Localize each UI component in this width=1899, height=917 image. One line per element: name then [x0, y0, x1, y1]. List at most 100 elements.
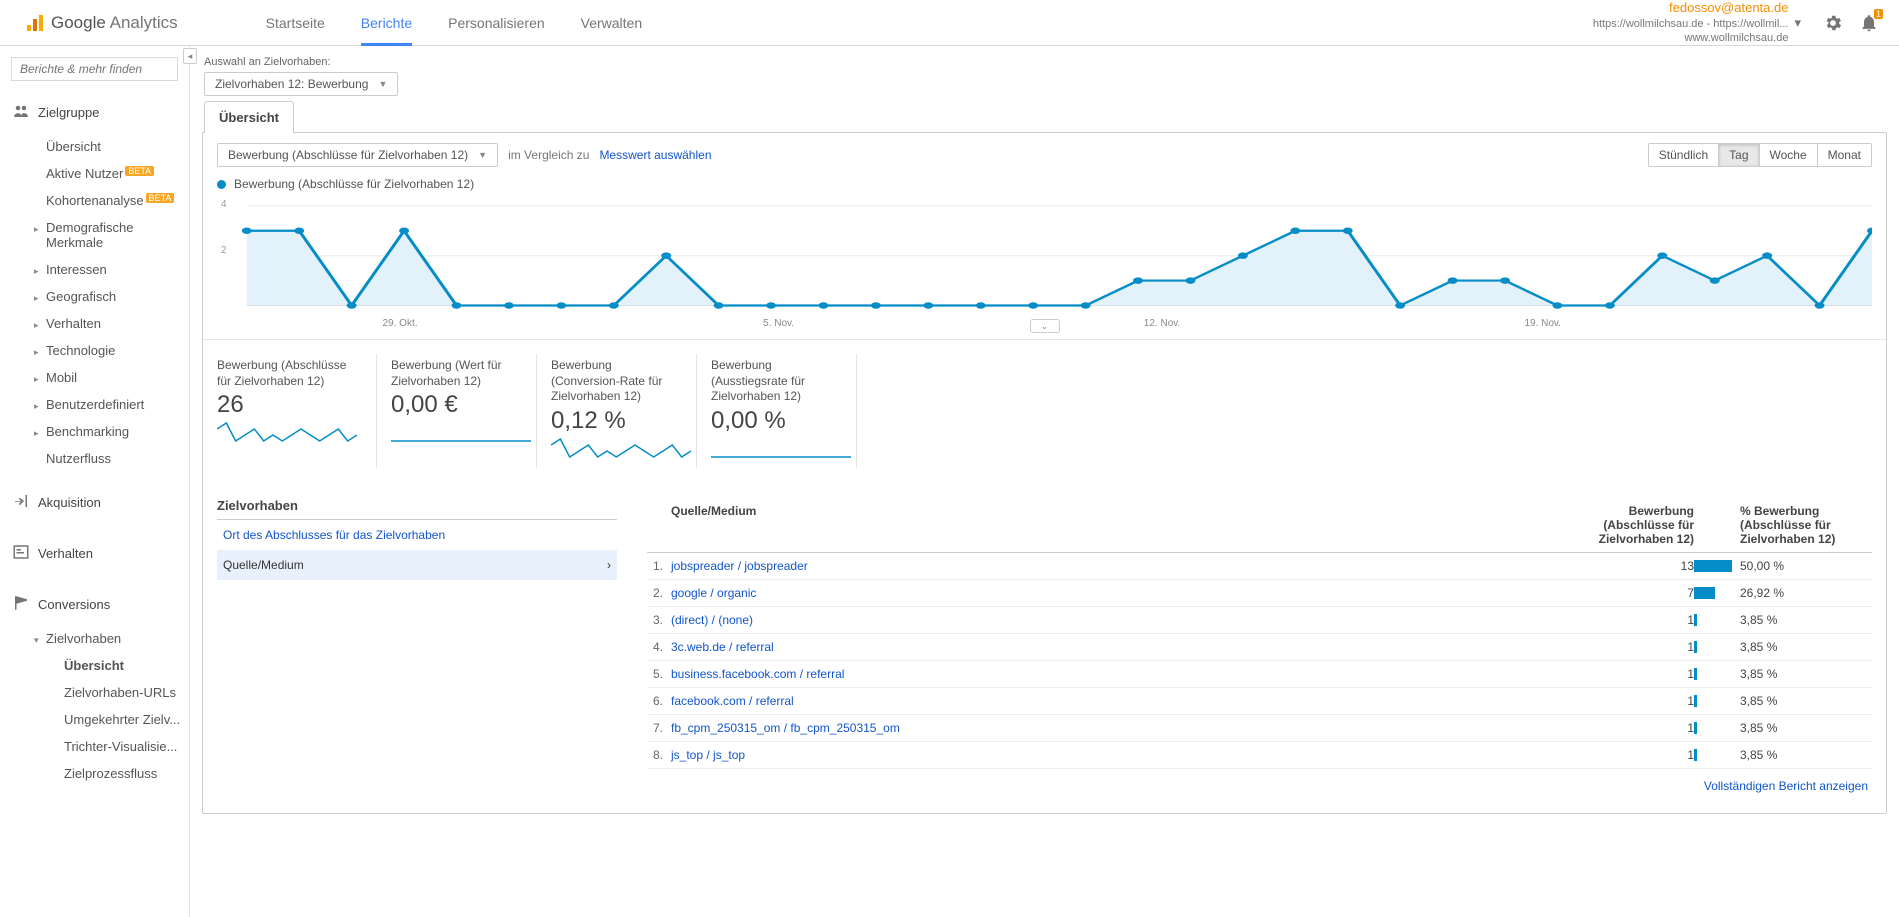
- source-link[interactable]: jobspreader / jobspreader: [671, 559, 1554, 573]
- table-row: 8. js_top / js_top 1 3,85 %: [647, 742, 1872, 769]
- sidebar-item-interessen[interactable]: Interessen: [0, 256, 189, 283]
- granularity-monat[interactable]: Monat: [1817, 144, 1871, 166]
- sidebar-item-nutzerfluss[interactable]: Nutzerfluss: [0, 445, 189, 472]
- nav-conversions[interactable]: Conversions: [0, 584, 189, 625]
- metric-value: 26: [217, 391, 362, 419]
- nav-zielgruppe[interactable]: Zielgruppe: [0, 92, 189, 133]
- notification-badge: 1: [1874, 9, 1883, 19]
- sidebar-item-aktive-nutzer[interactable]: Aktive NutzerBETA: [0, 160, 189, 187]
- granularity-stündlich[interactable]: Stündlich: [1649, 144, 1718, 166]
- nav-verhalten[interactable]: Verhalten: [0, 533, 189, 574]
- sidebar-item-mobil[interactable]: Mobil: [0, 364, 189, 391]
- sidebar-item-verhalten[interactable]: Verhalten: [0, 310, 189, 337]
- granularity-toggle: StündlichTagWocheMonat: [1648, 143, 1872, 167]
- table-row: 4. 3c.web.de / referral 1 3,85 %: [647, 634, 1872, 661]
- row-bar: [1694, 614, 1732, 626]
- sparkline: [711, 437, 851, 461]
- row-pct: 3,85 %: [1732, 667, 1872, 681]
- report-content: Auswahl an Zielvorhaben: Zielvorhaben 12…: [190, 46, 1899, 917]
- source-link[interactable]: js_top / js_top: [671, 748, 1554, 762]
- dimension-heading: Zielvorhaben: [217, 498, 617, 520]
- nav-akquisition[interactable]: Akquisition: [0, 482, 189, 523]
- table-row: 1. jobspreader / jobspreader 13 50,00 %: [647, 553, 1872, 580]
- source-link[interactable]: business.facebook.com / referral: [671, 667, 1554, 681]
- notifications-icon[interactable]: 1: [1851, 5, 1887, 41]
- row-count: 13: [1554, 559, 1694, 573]
- main-tab-berichte[interactable]: Berichte: [343, 0, 430, 45]
- main-tab-startseite[interactable]: Startseite: [248, 0, 343, 45]
- metrics-row: Bewerbung (Abschlüsse für Zielvorhaben 1…: [217, 354, 1872, 468]
- account-email: fedossov@atenta.de: [1593, 0, 1789, 17]
- nav-verhalten-label: Verhalten: [38, 546, 93, 561]
- chart-expand-icon[interactable]: ⌄: [1030, 319, 1060, 333]
- metric-selector[interactable]: Bewerbung (Abschlüsse für Zielvorhaben 1…: [217, 143, 498, 167]
- sidebar-item-kohortenanalyse[interactable]: KohortenanalyseBETA: [0, 187, 189, 214]
- sidebar-item-benutzerdefiniert[interactable]: Benutzerdefiniert: [0, 391, 189, 418]
- col-source: Quelle/Medium: [647, 504, 1554, 546]
- source-link[interactable]: (direct) / (none): [671, 613, 1554, 627]
- source-link[interactable]: facebook.com / referral: [671, 694, 1554, 708]
- row-count: 1: [1554, 613, 1694, 627]
- metric-card-2[interactable]: Bewerbung (Conversion-Rate für Zielvorha…: [537, 354, 697, 468]
- sidebar-item-zielprozessfluss[interactable]: Zielprozessfluss: [18, 760, 189, 787]
- sidebar-item-umgekehrter-zielv-[interactable]: Umgekehrter Zielv...: [18, 706, 189, 733]
- beta-badge: BETA: [125, 166, 154, 176]
- metric-card-3[interactable]: Bewerbung (Ausstiegsrate für Zielvorhabe…: [697, 354, 857, 468]
- behavior-icon: [12, 543, 38, 564]
- account-property: https://wollmilchsau.de - https://wollmi…: [1593, 17, 1789, 31]
- sidebar-item-geografisch[interactable]: Geografisch: [0, 283, 189, 310]
- table-row: 3. (direct) / (none) 1 3,85 %: [647, 607, 1872, 634]
- acquisition-icon: [12, 492, 38, 513]
- settings-icon[interactable]: [1815, 5, 1851, 41]
- app-header: Google Analytics StartseiteBerichtePerso…: [0, 0, 1899, 46]
- account-info[interactable]: fedossov@atenta.de https://wollmilchsau.…: [1593, 0, 1789, 45]
- source-link[interactable]: fb_cpm_250315_om / fb_cpm_250315_om: [671, 721, 1554, 735]
- ga-logo[interactable]: Google Analytics: [25, 13, 178, 33]
- row-index: 2.: [647, 586, 671, 600]
- nav-zielvorhaben[interactable]: Zielvorhaben: [0, 625, 189, 652]
- metric-value: 0,00 %: [711, 407, 842, 435]
- sidebar-item-trichter-visualisie-[interactable]: Trichter-Visualisie...: [18, 733, 189, 760]
- row-pct: 3,85 %: [1732, 694, 1872, 708]
- x-tick: 19. Nov.: [1524, 318, 1561, 329]
- main-tab-personalisieren[interactable]: Personalisieren: [430, 0, 563, 45]
- sidebar-item-benchmarking[interactable]: Benchmarking: [0, 418, 189, 445]
- table-row: 7. fb_cpm_250315_om / fb_cpm_250315_om 1…: [647, 715, 1872, 742]
- conversions-icon: [12, 594, 38, 615]
- chevron-right-icon: ›: [607, 558, 611, 572]
- goal-selector[interactable]: Zielvorhaben 12: Bewerbung ▼: [204, 72, 398, 96]
- granularity-tag[interactable]: Tag: [1718, 144, 1758, 166]
- dimension-ort-des-abschlusses-f-r-das-zielvorhaben[interactable]: Ort des Abschlusses für das Zielvorhaben: [217, 520, 617, 550]
- account-view: www.wollmilchsau.de: [1593, 31, 1789, 45]
- row-pct: 26,92 %: [1732, 586, 1872, 600]
- dimension-quelle-medium[interactable]: Quelle/Medium›: [217, 550, 617, 580]
- source-link[interactable]: 3c.web.de / referral: [671, 640, 1554, 654]
- sidebar-item-demografische-merkmale[interactable]: Demografische Merkmale: [0, 214, 189, 256]
- search-input[interactable]: [20, 62, 177, 76]
- row-index: 4.: [647, 640, 671, 654]
- sidebar-item-übersicht[interactable]: Übersicht: [0, 133, 189, 160]
- report-search[interactable]: [11, 57, 178, 81]
- row-count: 1: [1554, 721, 1694, 735]
- source-table: Quelle/Medium Bewerbung (Abschlüsse für …: [647, 498, 1872, 803]
- sidebar-collapse-icon[interactable]: ◂: [183, 48, 197, 64]
- sidebar-item--bersicht[interactable]: Übersicht: [18, 652, 189, 679]
- main-tab-verwalten[interactable]: Verwalten: [563, 0, 660, 45]
- row-pct: 3,85 %: [1732, 613, 1872, 627]
- row-bar: [1694, 587, 1732, 599]
- goal-selector-label: Auswahl an Zielvorhaben:: [204, 56, 1885, 68]
- row-bar: [1694, 749, 1732, 761]
- metric-card-0[interactable]: Bewerbung (Abschlüsse für Zielvorhaben 1…: [217, 354, 377, 468]
- choose-metric-link[interactable]: Messwert auswählen: [599, 148, 711, 162]
- granularity-woche[interactable]: Woche: [1759, 144, 1817, 166]
- main-chart[interactable]: ⌄ 2429. Okt.5. Nov.12. Nov.19. Nov.: [217, 195, 1872, 325]
- metric-card-1[interactable]: Bewerbung (Wert für Zielvorhaben 12) 0,0…: [377, 354, 537, 468]
- main-tabs: StartseiteBerichtePersonalisierenVerwalt…: [248, 0, 660, 45]
- tab-overview[interactable]: Übersicht: [204, 101, 294, 133]
- full-report-link[interactable]: Vollständigen Bericht anzeigen: [647, 769, 1872, 803]
- source-link[interactable]: google / organic: [671, 586, 1554, 600]
- sidebar-item-technologie[interactable]: Technologie: [0, 337, 189, 364]
- sidebar-item-zielvorhaben-urls[interactable]: Zielvorhaben-URLs: [18, 679, 189, 706]
- table-row: 2. google / organic 7 26,92 %: [647, 580, 1872, 607]
- account-dropdown-icon[interactable]: ▾: [1794, 15, 1801, 31]
